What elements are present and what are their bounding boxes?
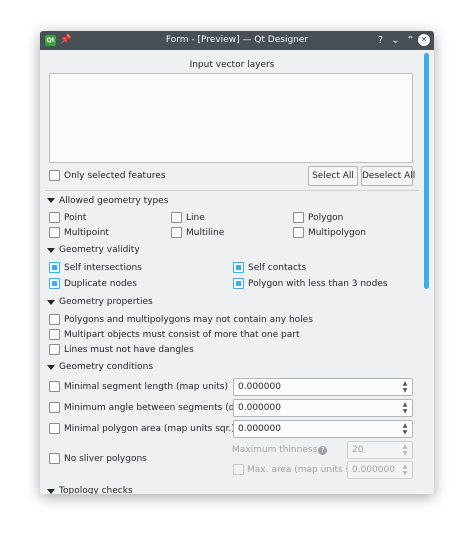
spinbox-value: 0.000000: [238, 403, 281, 413]
polygon-less-than-3-nodes-checkbox[interactable]: [233, 278, 244, 289]
vertical-scrollbar[interactable]: [424, 53, 429, 289]
collapse-arrow-icon[interactable]: [47, 198, 55, 203]
no-holes-label: Polygons and multipolygons may not conta…: [64, 315, 313, 325]
close-icon[interactable]: ✕: [418, 34, 430, 46]
separator: [45, 190, 419, 191]
min-polygon-area-checkbox[interactable]: [49, 423, 60, 434]
only-selected-label: Only selected features: [64, 171, 166, 181]
multipolygon-checkbox[interactable]: [293, 227, 304, 238]
polygon-less-than-3-nodes-label: Polygon with less than 3 nodes: [248, 279, 388, 289]
duplicate-nodes-label: Duplicate nodes: [64, 279, 137, 289]
spinbox-value: 0.000000: [238, 382, 281, 392]
multipart-checkbox[interactable]: [49, 329, 60, 340]
min-polygon-area-label: Minimal polygon area (map units sqr.): [64, 424, 235, 434]
collapse-arrow-icon[interactable]: [47, 248, 55, 253]
multipoint-checkbox[interactable]: [49, 227, 60, 238]
spinbox-value: 0.000000: [352, 465, 395, 475]
geometry-validity-heading[interactable]: Geometry validity: [59, 244, 140, 256]
minimize-icon[interactable]: ⌄: [389, 33, 402, 48]
no-sliver-polygons-checkbox[interactable]: [49, 453, 60, 464]
min-segment-length-spinbox[interactable]: 0.000000 ▲ ▼: [233, 378, 413, 396]
max-thinness-label: Maximum thinness?: [232, 444, 328, 456]
maximize-icon[interactable]: ⌃: [404, 33, 417, 48]
min-angle-label: Minimum angle between segments (deg): [64, 403, 250, 413]
multiline-label: Multiline: [186, 228, 225, 238]
designer-preview-window: Qt 📌 Form - [Preview] — Qt Designer ? ⌄ …: [40, 31, 434, 494]
spinbox-arrows-icon[interactable]: ▲ ▼: [401, 380, 409, 394]
allowed-geometry-types-heading[interactable]: Allowed geometry types: [59, 195, 168, 207]
polygon-label: Polygon: [308, 213, 344, 223]
spinbox-value: 20: [352, 445, 364, 455]
spinbox-arrows-icon[interactable]: ▲ ▼: [401, 443, 409, 457]
title-bar[interactable]: Qt 📌 Form - [Preview] — Qt Designer ? ⌄ …: [40, 31, 434, 50]
geometry-properties-heading[interactable]: Geometry properties: [59, 296, 153, 308]
multipoint-label: Multipoint: [64, 228, 109, 238]
input-layers-heading: Input vector layers: [189, 60, 275, 70]
line-label: Line: [186, 213, 205, 223]
self-contacts-label: Self contacts: [248, 263, 307, 273]
point-label: Point: [64, 213, 87, 223]
min-angle-spinbox[interactable]: 0.000000 ▲ ▼: [233, 399, 413, 417]
min-segment-length-checkbox[interactable]: [49, 381, 60, 392]
help-icon[interactable]: ?: [374, 33, 387, 48]
input-layers-list[interactable]: [49, 73, 413, 163]
multipolygon-label: Multipolygon: [308, 228, 366, 238]
no-dangles-label: Lines must not have dangles: [64, 345, 194, 355]
deselect-all-button[interactable]: Deselect All: [361, 166, 415, 186]
point-checkbox[interactable]: [49, 212, 60, 223]
no-dangles-checkbox[interactable]: [49, 344, 60, 355]
max-area-checkbox[interactable]: [233, 464, 244, 475]
max-thinness-spinbox[interactable]: 20 ▲ ▼: [347, 441, 413, 459]
self-intersections-checkbox[interactable]: [49, 262, 60, 273]
form-content: Input vector layers Only selected featur…: [40, 50, 434, 494]
multiline-checkbox[interactable]: [171, 227, 182, 238]
spinbox-arrows-icon[interactable]: ▲ ▼: [401, 422, 409, 436]
self-intersections-label: Self intersections: [64, 263, 142, 273]
no-holes-checkbox[interactable]: [49, 314, 60, 325]
topology-checks-heading[interactable]: Topology checks: [59, 485, 133, 494]
spinbox-value: 0.000000: [238, 424, 281, 434]
min-segment-length-label: Minimal segment length (map units): [64, 382, 229, 392]
select-all-button[interactable]: Select All: [308, 166, 358, 186]
max-area-spinbox[interactable]: 0.000000 ▲ ▼: [347, 461, 413, 479]
collapse-arrow-icon[interactable]: [47, 365, 55, 370]
multipart-label: Multipart objects must consist of more t…: [64, 330, 300, 340]
spinbox-arrows-icon[interactable]: ▲ ▼: [401, 401, 409, 415]
self-contacts-checkbox[interactable]: [233, 262, 244, 273]
collapse-arrow-icon[interactable]: [47, 300, 55, 305]
line-checkbox[interactable]: [171, 212, 182, 223]
only-selected-checkbox[interactable]: [49, 170, 60, 181]
min-polygon-area-spinbox[interactable]: 0.000000 ▲ ▼: [233, 420, 413, 438]
min-angle-checkbox[interactable]: [49, 402, 60, 413]
polygon-checkbox[interactable]: [293, 212, 304, 223]
collapse-arrow-icon[interactable]: [47, 489, 55, 494]
duplicate-nodes-checkbox[interactable]: [49, 278, 60, 289]
help-icon[interactable]: ?: [318, 446, 328, 455]
no-sliver-polygons-label: No sliver polygons: [64, 454, 147, 464]
geometry-conditions-heading[interactable]: Geometry conditions: [59, 361, 153, 373]
spinbox-arrows-icon[interactable]: ▲ ▼: [401, 463, 409, 477]
